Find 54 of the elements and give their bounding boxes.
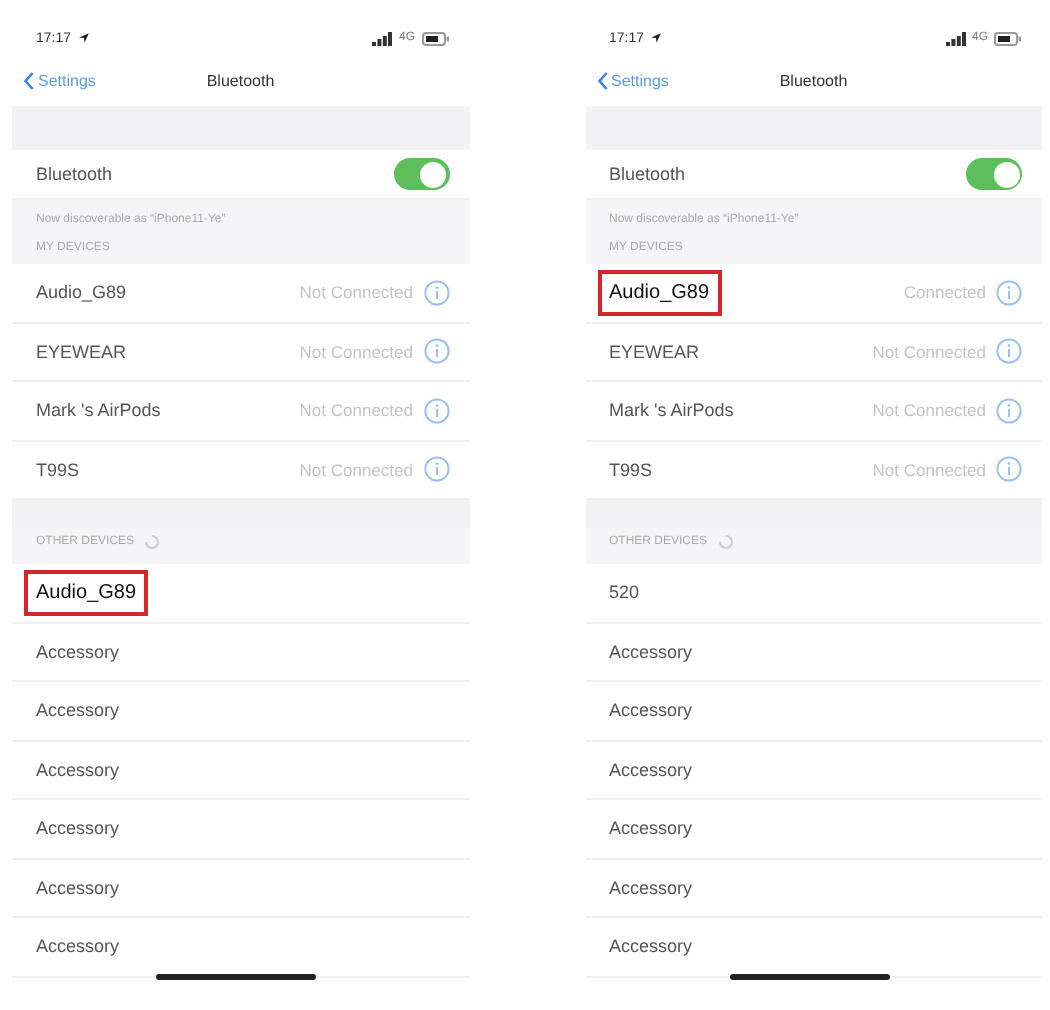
device-name[interactable]: Accessory	[597, 629, 705, 674]
info-icon[interactable]	[423, 397, 449, 424]
connection-status: Not Connected	[872, 341, 986, 362]
device-name[interactable]: Accessory	[597, 688, 705, 733]
info-icon[interactable]	[996, 279, 1022, 306]
bluetooth-toggle[interactable]	[966, 158, 1022, 190]
device-name[interactable]: T99S	[24, 447, 92, 492]
location-icon	[77, 32, 90, 44]
battery-icon	[421, 31, 449, 45]
connection-status: Not Connected	[872, 400, 986, 421]
info-icon[interactable]	[423, 279, 449, 306]
device-name[interactable]: Accessory	[24, 688, 132, 733]
device-name[interactable]: EYEWEAR	[597, 329, 712, 374]
connection-status: Not Connected	[299, 459, 413, 480]
info-icon[interactable]	[996, 456, 1022, 483]
chevron-left-icon	[24, 71, 34, 89]
battery-icon	[994, 31, 1022, 45]
device-name[interactable]: Mark 's AirPods	[24, 388, 173, 433]
location-icon	[650, 32, 663, 44]
device-name[interactable]: T99S	[597, 447, 665, 492]
device-name[interactable]: Accessory	[597, 924, 705, 969]
device-name[interactable]: Audio_G89	[24, 270, 139, 315]
device-name[interactable]: Accessory	[24, 806, 132, 851]
device-name[interactable]: Accessory	[24, 747, 132, 792]
connection-status: Connected	[903, 282, 986, 303]
device-name[interactable]: Audio_G89	[597, 269, 722, 316]
spinner-icon	[144, 534, 161, 550]
device-name[interactable]: Accessory	[597, 865, 705, 910]
info-icon[interactable]	[996, 338, 1022, 365]
device-name[interactable]: Accessory	[597, 806, 705, 851]
device-name[interactable]: EYEWEAR	[24, 329, 139, 374]
info-icon[interactable]	[996, 397, 1022, 424]
device-name[interactable]: Accessory	[24, 924, 132, 969]
connection-status: Not Connected	[872, 459, 986, 480]
spinner-icon	[717, 534, 734, 550]
device-name[interactable]: Mark 's AirPods	[597, 388, 746, 433]
bluetooth-toggle[interactable]	[393, 158, 449, 190]
device-name[interactable]: 520	[597, 570, 652, 615]
device-name[interactable]: Audio_G89	[24, 569, 149, 616]
connection-status: Not Connected	[299, 282, 413, 303]
device-name[interactable]: Accessory	[597, 747, 705, 792]
device-name[interactable]: Accessory	[24, 865, 132, 910]
screen-title: Bluetooth	[206, 71, 275, 89]
info-icon[interactable]	[423, 456, 449, 483]
info-icon[interactable]	[423, 338, 449, 365]
bluetooth-label: Bluetooth	[34, 162, 115, 188]
connection-status: Not Connected	[299, 341, 413, 362]
signal-icon	[945, 31, 966, 45]
screen-title: Bluetooth	[779, 71, 848, 89]
chevron-left-icon	[597, 71, 607, 89]
signal-icon	[372, 31, 393, 45]
connection-status: Not Connected	[299, 400, 413, 421]
bluetooth-label: Bluetooth	[607, 162, 688, 188]
device-name[interactable]: Accessory	[24, 629, 132, 674]
